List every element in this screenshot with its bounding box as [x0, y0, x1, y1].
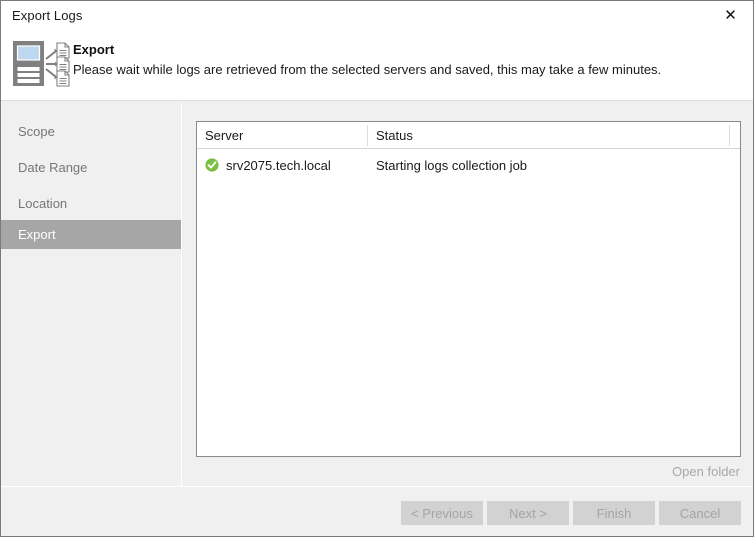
title-bar: Export Logs ✕ — [1, 1, 753, 31]
export-logs-icon — [12, 38, 72, 92]
cell-server: srv2075.tech.local — [205, 153, 367, 177]
sidebar-item-location[interactable]: Location — [1, 189, 181, 218]
server-name: srv2075.tech.local — [226, 158, 331, 173]
close-button[interactable]: ✕ — [708, 1, 753, 30]
page-title: Export — [73, 42, 114, 57]
page-description: Please wait while logs are retrieved fro… — [73, 62, 661, 77]
dialog-footer: < Previous Next > Finish Cancel — [1, 487, 753, 536]
export-logs-dialog: Export Logs ✕ — [0, 0, 754, 537]
sidebar-item-label: Export — [1, 227, 56, 242]
success-check-icon — [205, 158, 219, 172]
close-icon: ✕ — [724, 8, 737, 23]
cell-status: Starting logs collection job — [376, 153, 726, 177]
previous-button[interactable]: < Previous — [401, 501, 483, 525]
wizard-steps-sidebar: Scope Date Range Location Export — [1, 102, 182, 486]
finish-button[interactable]: Finish — [573, 501, 655, 525]
sidebar-item-label: Date Range — [1, 160, 87, 175]
dialog-header: Export Please wait while logs are retrie… — [1, 31, 753, 101]
sidebar-item-scope[interactable]: Scope — [1, 117, 181, 146]
column-header-extra[interactable] — [730, 122, 740, 148]
sidebar-item-label: Scope — [1, 124, 55, 139]
sidebar-item-export[interactable]: Export — [1, 220, 181, 249]
open-folder-link[interactable]: Open folder — [672, 464, 740, 479]
sidebar-item-date-range[interactable]: Date Range — [1, 153, 181, 182]
column-header-server[interactable]: Server — [197, 122, 367, 148]
sidebar-item-label: Location — [1, 196, 67, 211]
cancel-button[interactable]: Cancel — [659, 501, 741, 525]
window-title: Export Logs — [12, 8, 82, 23]
table-header-row: Server Status — [197, 122, 740, 149]
content-pane: Server Status — [183, 102, 753, 486]
column-header-status[interactable]: Status — [368, 122, 729, 148]
table-row[interactable]: srv2075.tech.local Starting logs collect… — [197, 153, 740, 177]
next-button[interactable]: Next > — [487, 501, 569, 525]
table-body: srv2075.tech.local Starting logs collect… — [197, 153, 740, 177]
export-progress-table: Server Status — [196, 121, 741, 457]
